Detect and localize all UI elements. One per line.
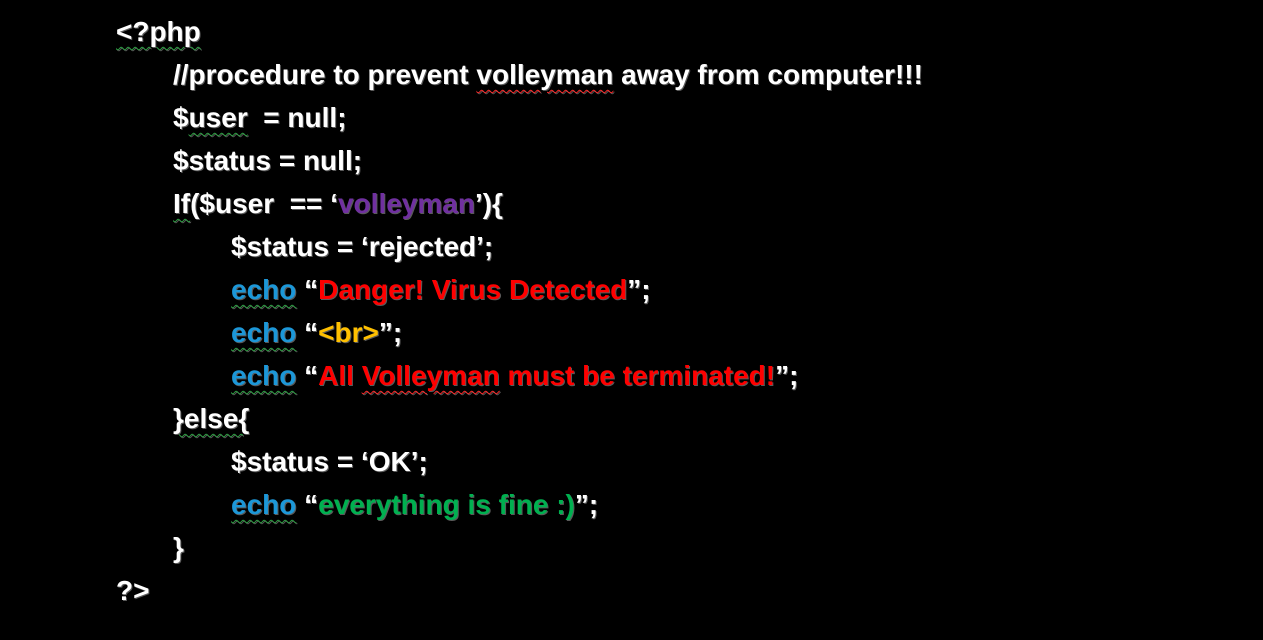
user-variable: user [188,102,248,133]
open-quote: “ [296,274,319,305]
br-string: <br> [318,317,379,348]
status-ok-assignment: $status = ‘OK’; [231,446,428,477]
status-null-assignment: $status = null; [173,145,363,176]
if-condition: ($user == ‘ [190,188,338,219]
open-quote: “ [296,360,319,391]
close-quote: ”; [775,360,799,391]
close-quote: ”; [574,489,599,520]
close-quote: ”; [378,317,403,348]
open-quote: “ [296,317,319,348]
code-line-comment: //procedure to prevent volleyman away fr… [0,55,1263,98]
danger-string: Danger! Virus Detected [318,274,628,305]
dollar-sign: $ [173,102,189,133]
code-line-echo-danger: echo “Danger! Virus Detected”; [0,270,1263,313]
echo-keyword: echo [231,360,297,391]
code-line-status-assign: $status = null; [0,141,1263,184]
echo-keyword: echo [231,489,297,520]
code-line-php-open: <?php [0,12,1263,55]
fine-string: everything is fine :) [318,489,575,520]
null-assignment: = null; [247,102,347,133]
comment-volleyman: volleyman [476,59,614,90]
code-line-if: If($user == ‘volleyman’){ [0,184,1263,227]
terminate-string-end: must be terminated! [499,360,776,391]
code-line-close-brace: } [0,528,1263,571]
if-keyword: If [173,188,191,219]
code-line-php-close: ?> [0,571,1263,614]
terminate-string-start: All [318,360,362,391]
if-close: ’){ [474,188,503,219]
open-quote: “ [296,489,319,520]
close-brace: } [173,532,184,563]
code-line-echo-fine: echo “everything is fine :)”; [0,485,1263,528]
code-line-status-ok: $status = ‘OK’; [0,442,1263,485]
code-line-user-assign: $user = null; [0,98,1263,141]
status-rejected-assignment: $status = ‘rejected’; [231,231,494,262]
comment-text-end: away from computer!!! [613,59,923,90]
php-close-tag: ?> [116,575,150,606]
code-line-echo-br: echo “<br>”; [0,313,1263,356]
code-block: <?php //procedure to prevent volleyman a… [0,12,1263,614]
code-line-echo-terminate: echo “All Volleyman must be terminated!”… [0,356,1263,399]
php-open-tag: <?php [116,16,201,47]
else-keyword: }else{ [173,403,250,434]
code-line-else: }else{ [0,399,1263,442]
comment-text: //procedure to prevent [173,59,477,90]
terminate-string-volleyman: Volleyman [361,360,500,391]
code-line-status-rejected: $status = ‘rejected’; [0,227,1263,270]
echo-keyword: echo [231,317,297,348]
volleyman-string: volleyman [337,188,475,219]
echo-keyword: echo [231,274,297,305]
close-quote: ”; [627,274,651,305]
